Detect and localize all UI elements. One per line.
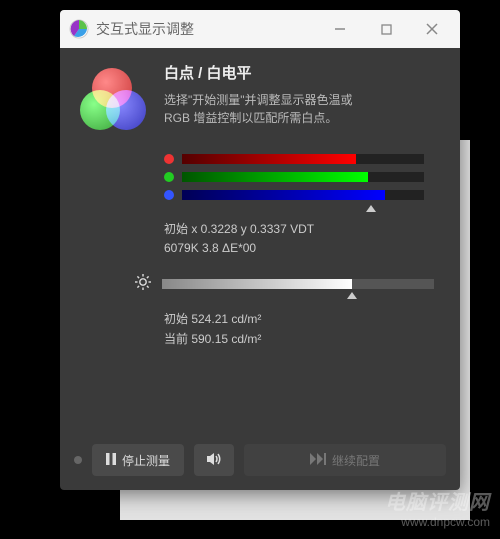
colorimetry-readout: 初始 x 0.3228 y 0.3337 VDT 6079K 3.8 ΔE*00: [164, 220, 442, 258]
skip-forward-icon: [310, 453, 326, 468]
titlebar[interactable]: 交互式显示调整: [60, 10, 460, 48]
rgb-sliders: [164, 150, 424, 204]
section-title: 白点 / 白电平: [164, 62, 442, 83]
button-bar: 停止测量 继续配置: [74, 444, 446, 476]
target-pointer-icon: [366, 205, 376, 212]
window-title: 交互式显示调整: [96, 19, 314, 39]
pause-icon: [106, 453, 116, 468]
watermark: 电脑评测网 www.dnpcw.com: [385, 491, 490, 529]
content-area: 白点 / 白电平 选择"开始测量"并调整显示器色温或 RGB 增益控制以匹配所需…: [60, 48, 460, 363]
app-icon: [68, 18, 90, 40]
brightness-icon: [134, 273, 152, 296]
maximize-button[interactable]: [366, 15, 406, 43]
brightness-slider[interactable]: [134, 272, 434, 296]
status-indicator-icon: [74, 456, 82, 464]
stop-measure-button[interactable]: 停止测量: [92, 444, 184, 476]
section-description: 选择"开始测量"并调整显示器色温或 RGB 增益控制以匹配所需白点。: [164, 91, 442, 127]
blue-slider[interactable]: [164, 186, 424, 204]
red-dot-icon: [164, 154, 174, 164]
luminance-readout: 初始 524.21 cd/m² 当前 590.15 cd/m²: [164, 310, 442, 348]
dialog-window: 交互式显示调整 白点 / 白电平 选择"开始测量"并调整显示器色温或 RGB 增…: [60, 10, 460, 490]
minimize-button[interactable]: [320, 15, 360, 43]
sound-button[interactable]: [194, 444, 234, 476]
speaker-icon: [206, 452, 222, 469]
green-slider[interactable]: [164, 168, 424, 186]
continue-button[interactable]: 继续配置: [244, 444, 446, 476]
rgb-venn-icon: [78, 66, 148, 136]
blue-dot-icon: [164, 190, 174, 200]
green-dot-icon: [164, 172, 174, 182]
brightness-pointer-icon: [347, 292, 357, 299]
red-slider[interactable]: [164, 150, 424, 168]
close-button[interactable]: [412, 15, 452, 43]
